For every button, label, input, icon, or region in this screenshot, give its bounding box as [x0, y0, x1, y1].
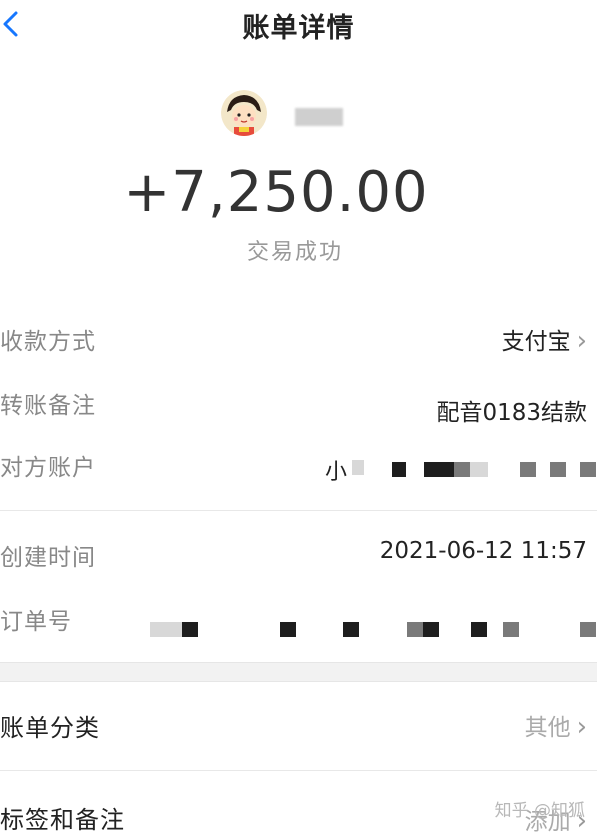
pay-method-label: 收款方式: [0, 329, 96, 355]
counterparty-label: 对方账户: [0, 455, 96, 481]
chevron-right-icon: ›: [576, 712, 587, 742]
created-time-value: 2021-06-12 11:57: [379, 538, 587, 564]
section-gap: [0, 662, 597, 682]
payer-name-redacted: [295, 108, 343, 126]
page-title: 账单详情: [242, 13, 355, 44]
chevron-right-icon: ›: [576, 326, 587, 356]
divider: [0, 770, 597, 771]
transaction-status: 交易成功: [246, 240, 343, 265]
created-time-label: 创建时间: [0, 545, 96, 571]
watermark: 知乎 @知狐: [494, 801, 585, 821]
divider: [0, 510, 597, 511]
counterparty-value: 小: [325, 460, 348, 485]
amount: +7,250.00: [123, 160, 429, 225]
category-value: 其他: [524, 715, 571, 741]
remark-value: 配音0183结款: [436, 400, 587, 426]
avatar: [221, 90, 267, 136]
category-row-value[interactable]: 其他 ›: [525, 708, 587, 742]
pay-method-value[interactable]: 支付宝 ›: [502, 322, 587, 356]
category-label: 账单分类: [0, 714, 100, 742]
order-no-label: 订单号: [0, 609, 72, 635]
remark-label: 转账备注: [0, 393, 96, 419]
pay-method-text: 支付宝: [501, 329, 571, 355]
